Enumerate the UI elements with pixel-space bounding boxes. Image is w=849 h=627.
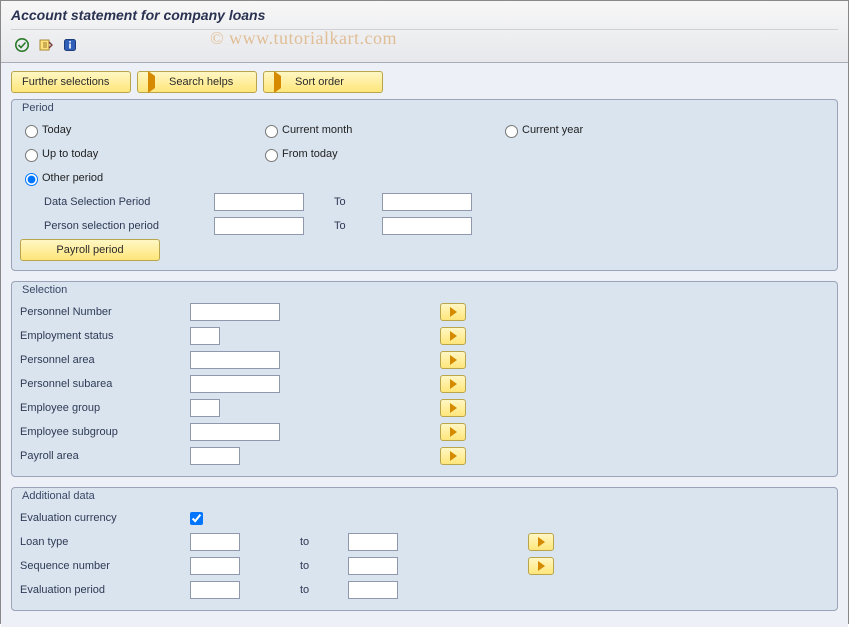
loan-type-from[interactable]: [190, 533, 240, 551]
multi-select-button[interactable]: [440, 447, 466, 465]
loan-type-to[interactable]: [348, 533, 398, 551]
field-label: Personnel subarea: [20, 378, 190, 390]
data-selection-from[interactable]: [214, 193, 304, 211]
button-label: Search helps: [169, 76, 233, 88]
page-title: Account statement for company loans: [11, 5, 838, 29]
arrow-right-icon: [450, 355, 457, 365]
multi-select-button[interactable]: [440, 375, 466, 393]
radio-other-period[interactable]: Other period: [20, 170, 103, 186]
button-label: Payroll period: [56, 244, 123, 256]
execute-icon[interactable]: [13, 36, 31, 54]
to-label: To: [334, 220, 374, 232]
arrow-right-icon: [148, 76, 155, 88]
multi-select-button[interactable]: [440, 399, 466, 417]
field-label: Data Selection Period: [44, 196, 214, 208]
arrow-right-icon: [538, 561, 545, 571]
radio-input[interactable]: [25, 173, 38, 186]
radio-input[interactable]: [265, 125, 278, 138]
data-selection-to[interactable]: [382, 193, 472, 211]
period-group: Period Today Current month Current year …: [11, 99, 838, 271]
group-title: Selection: [22, 284, 829, 296]
multi-select-button[interactable]: [440, 303, 466, 321]
arrow-right-icon: [274, 76, 281, 88]
radio-label: Current year: [522, 124, 583, 136]
arrow-right-icon: [450, 451, 457, 461]
sequence-number-from[interactable]: [190, 557, 240, 575]
personnel-subarea-input[interactable]: [190, 375, 280, 393]
field-label: Payroll area: [20, 450, 190, 462]
multi-select-button[interactable]: [528, 533, 554, 551]
information-icon[interactable]: [61, 36, 79, 54]
personnel-number-input[interactable]: [190, 303, 280, 321]
multi-select-button[interactable]: [440, 423, 466, 441]
arrow-right-icon: [450, 427, 457, 437]
arrow-right-icon: [538, 537, 545, 547]
radio-from-today[interactable]: From today: [260, 146, 338, 162]
radio-input[interactable]: [25, 149, 38, 162]
additional-data-group: Additional data Evaluation currency Loan…: [11, 487, 838, 611]
evaluation-period-to[interactable]: [348, 581, 398, 599]
person-selection-from[interactable]: [214, 217, 304, 235]
field-label: Sequence number: [20, 560, 190, 572]
radio-input[interactable]: [265, 149, 278, 162]
content-area: Further selections Search helps Sort ord…: [1, 63, 848, 627]
app-toolbar: [11, 29, 838, 60]
multi-select-button[interactable]: [440, 327, 466, 345]
employment-status-input[interactable]: [190, 327, 220, 345]
radio-label: From today: [282, 148, 338, 160]
field-label: Personnel Number: [20, 306, 190, 318]
field-label: Loan type: [20, 536, 190, 548]
to-label: to: [300, 560, 340, 572]
radio-today[interactable]: Today: [20, 122, 220, 138]
field-label: Employee subgroup: [20, 426, 190, 438]
button-label: Sort order: [295, 76, 344, 88]
evaluation-currency-checkbox[interactable]: [190, 512, 203, 525]
person-selection-to[interactable]: [382, 217, 472, 235]
to-label: to: [300, 584, 340, 596]
field-label: Evaluation currency: [20, 512, 190, 524]
evaluation-period-from[interactable]: [190, 581, 240, 599]
field-label: Person selection period: [44, 220, 214, 232]
field-label: Personnel area: [20, 354, 190, 366]
group-title: Additional data: [22, 490, 829, 502]
further-selections-button[interactable]: Further selections: [11, 71, 131, 93]
personnel-area-input[interactable]: [190, 351, 280, 369]
arrow-right-icon: [450, 331, 457, 341]
search-helps-button[interactable]: Search helps: [137, 71, 257, 93]
selection-group: Selection Personnel Number Employment st…: [11, 281, 838, 477]
payroll-area-input[interactable]: [190, 447, 240, 465]
employee-group-input[interactable]: [190, 399, 220, 417]
radio-label: Current month: [282, 124, 352, 136]
arrow-right-icon: [450, 403, 457, 413]
radio-input[interactable]: [505, 125, 518, 138]
get-variant-icon[interactable]: [37, 36, 55, 54]
field-label: Evaluation period: [20, 584, 190, 596]
selection-buttons-row: Further selections Search helps Sort ord…: [11, 71, 838, 93]
field-label: Employee group: [20, 402, 190, 414]
employee-subgroup-input[interactable]: [190, 423, 280, 441]
sequence-number-to[interactable]: [348, 557, 398, 575]
field-label: Employment status: [20, 330, 190, 342]
arrow-right-icon: [450, 307, 457, 317]
multi-select-button[interactable]: [440, 351, 466, 369]
radio-label: Other period: [42, 172, 103, 184]
sort-order-button[interactable]: Sort order: [263, 71, 383, 93]
radio-up-to-today[interactable]: Up to today: [20, 146, 220, 162]
radio-input[interactable]: [25, 125, 38, 138]
to-label: To: [334, 196, 374, 208]
multi-select-button[interactable]: [528, 557, 554, 575]
radio-label: Up to today: [42, 148, 98, 160]
payroll-period-button[interactable]: Payroll period: [20, 239, 160, 261]
to-label: to: [300, 536, 340, 548]
radio-label: Today: [42, 124, 71, 136]
button-label: Further selections: [22, 76, 109, 88]
group-title: Period: [22, 102, 829, 114]
arrow-right-icon: [450, 379, 457, 389]
radio-current-month[interactable]: Current month: [260, 122, 460, 138]
radio-current-year[interactable]: Current year: [500, 122, 583, 138]
